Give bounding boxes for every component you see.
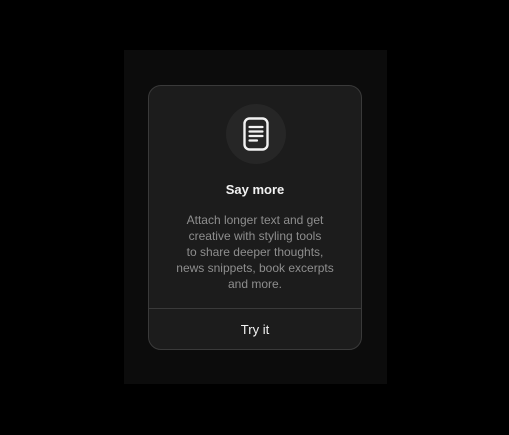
description-line: Attach longer text and get (186, 213, 324, 227)
description-line: news snippets, book excerpts (176, 261, 334, 275)
dialog-title: Say more (225, 182, 285, 197)
icon-badge (226, 104, 286, 164)
say-more-dialog: Say more Attach longer text and get crea… (148, 85, 362, 350)
dialog-description: Attach longer text and get creative with… (167, 212, 343, 292)
try-it-button[interactable]: Try it (149, 309, 361, 349)
description-line: creative with styling tools (188, 229, 322, 243)
description-line: to share deeper thoughts, (186, 245, 324, 259)
description-line: and more. (227, 277, 283, 291)
text-document-icon (243, 117, 269, 151)
